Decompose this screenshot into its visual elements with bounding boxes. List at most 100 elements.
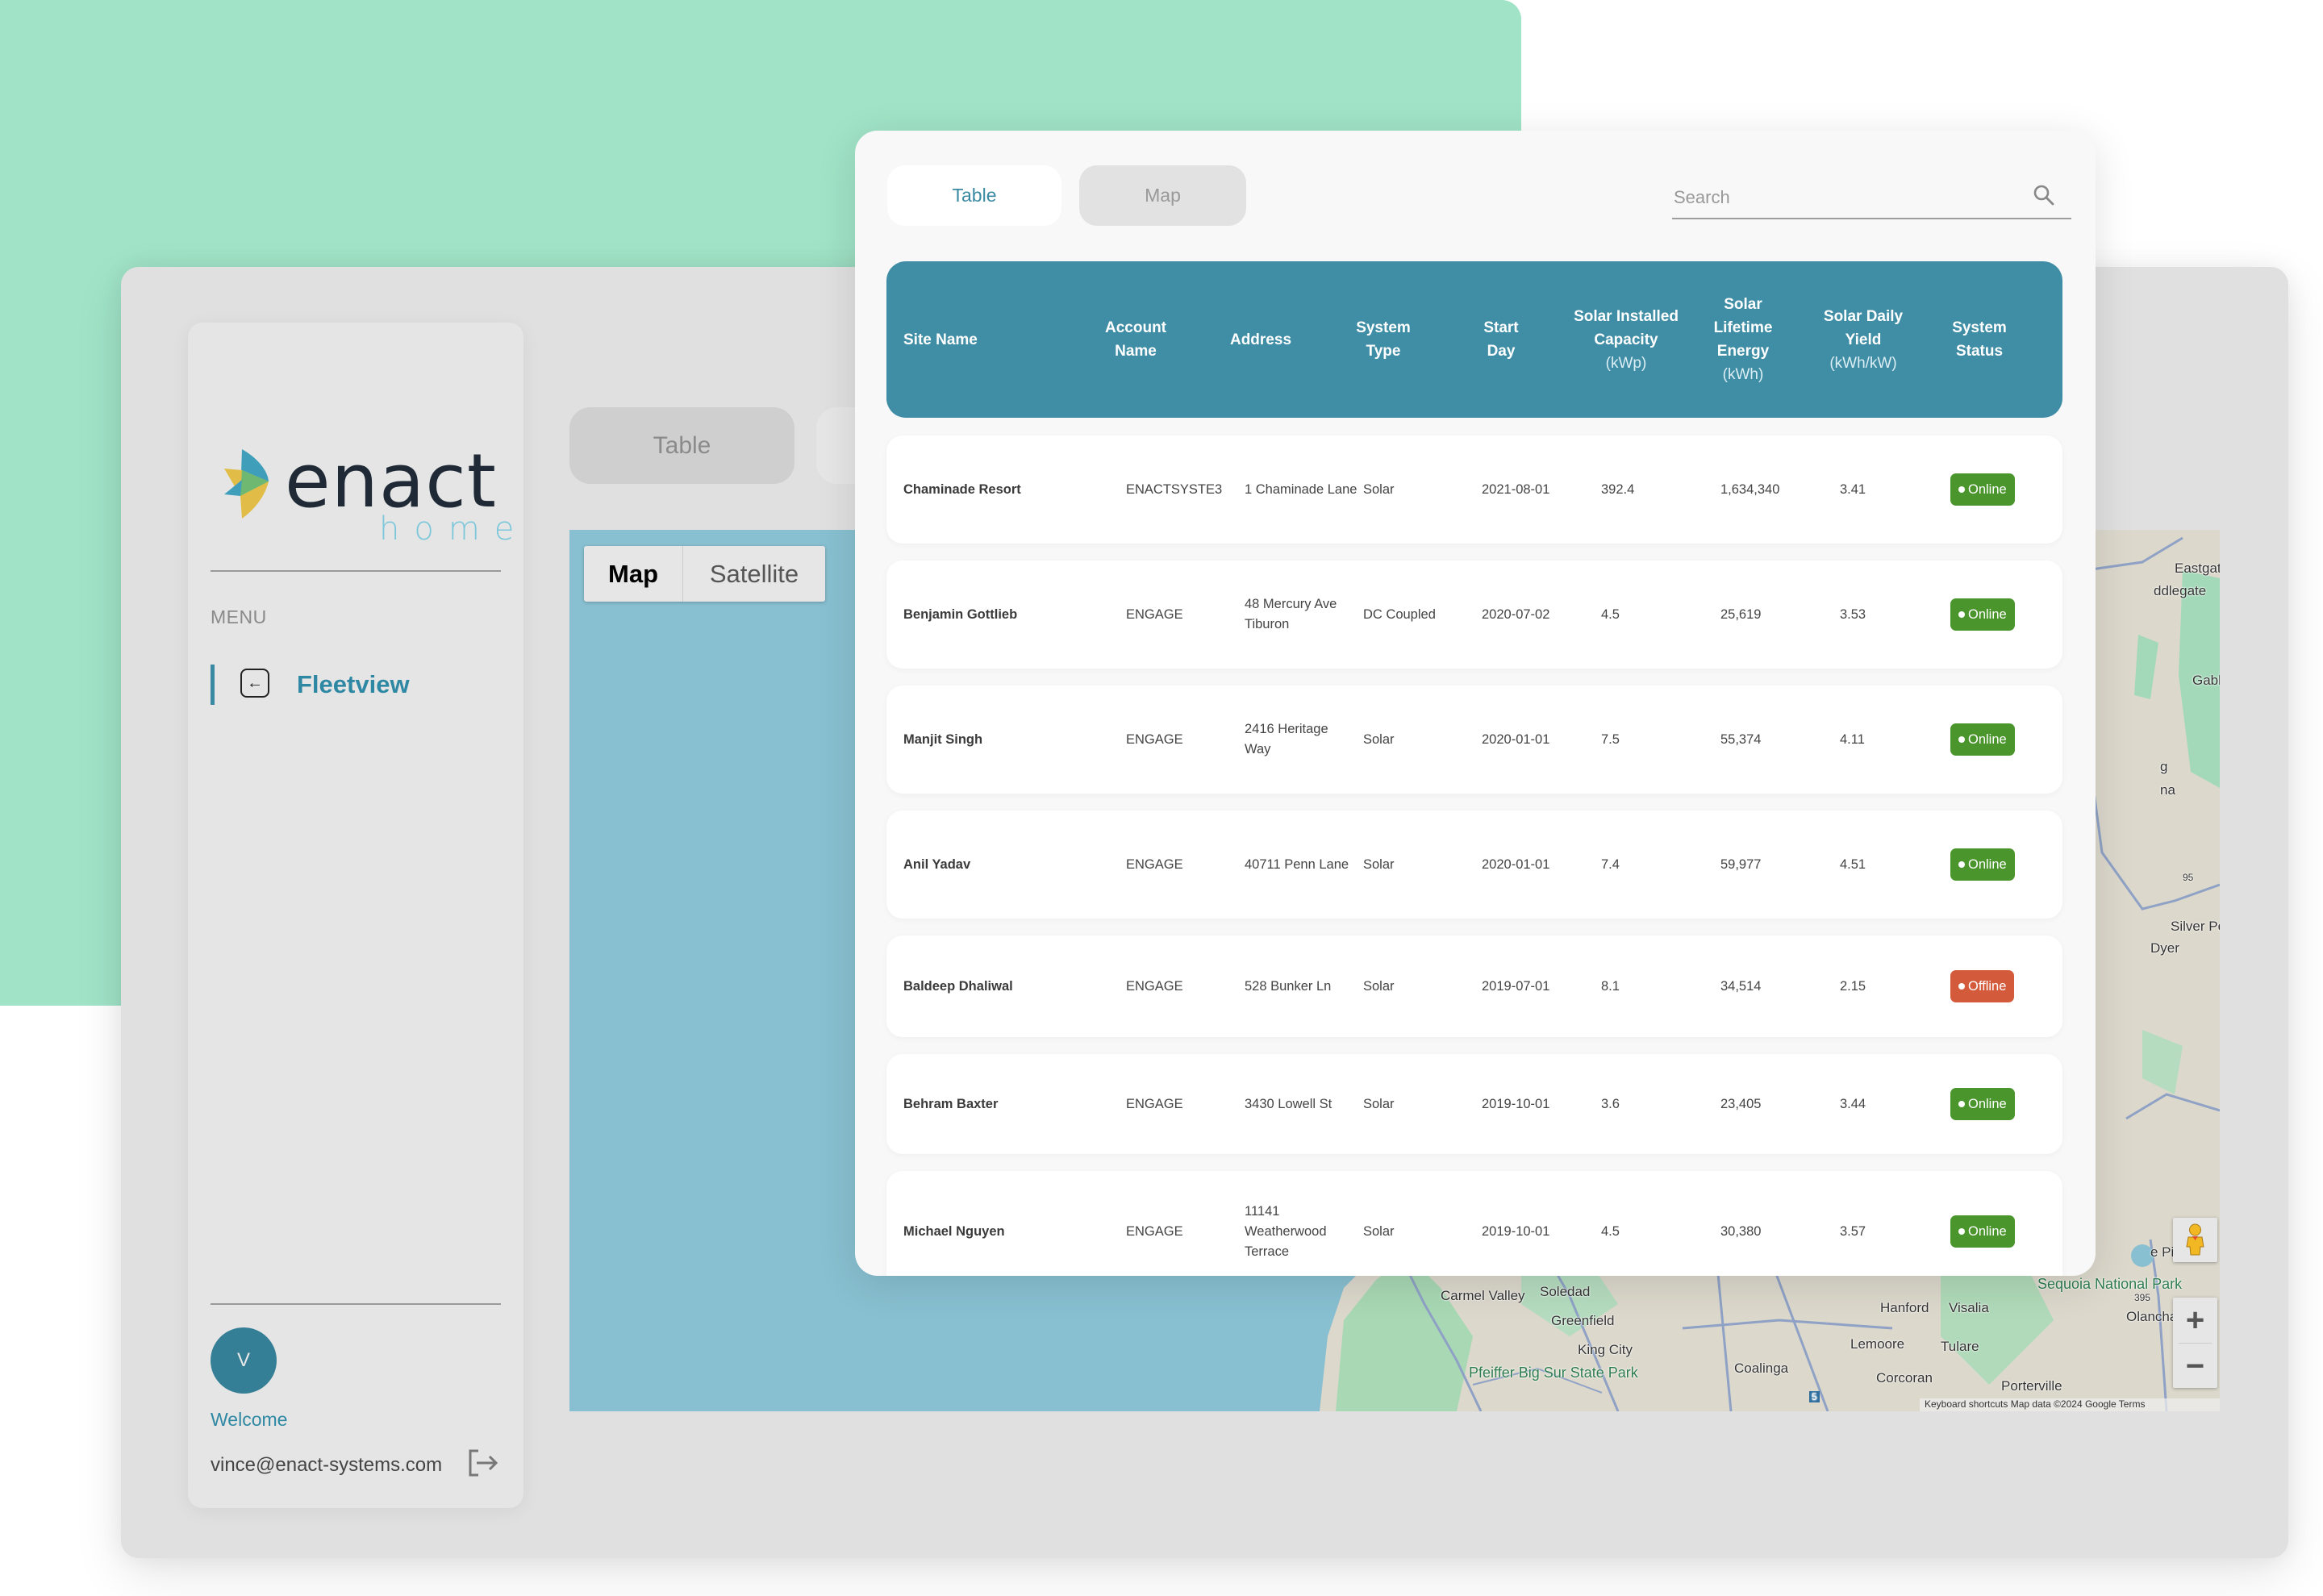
column-header-solar-daily-yield[interactable]: Solar Daily Yield (kWh/kW) <box>1811 261 1916 418</box>
cell-text: Baldeep Dhaliwal <box>903 978 1013 994</box>
cell-text: 8.1 <box>1601 978 1620 994</box>
map-attribution[interactable]: Keyboard shortcuts Map data ©2024 Google… <box>1920 1398 2220 1411</box>
table-row[interactable]: Michael Nguyen ENGAGE 11141 Weatherwood Te… <box>886 1171 2062 1276</box>
map-label: Lemoore <box>1850 1336 1905 1352</box>
column-unit: (kWh) <box>1722 366 1764 383</box>
map-label: Porterville <box>2001 1378 2062 1394</box>
cell-type: Solar <box>1363 1054 1476 1154</box>
status-text: Online <box>1968 481 2007 497</box>
column-header-solar-lifetime-energy[interactable]: Solar Lifetime Energy (kWh) <box>1695 261 1791 418</box>
cell-status: Online <box>1950 1054 2047 1154</box>
column-header-solar-installed-capacity[interactable]: Solar Installed Capacity (kWp) <box>1574 261 1679 418</box>
tab-table[interactable]: Table <box>887 165 1061 226</box>
street-view-pegman[interactable] <box>2173 1218 2217 1262</box>
cell-text: 2020-01-01 <box>1482 731 1550 747</box>
cell-text: 2020-07-02 <box>1482 606 1550 622</box>
map-label: Carmel Valley <box>1441 1288 1525 1303</box>
table-row[interactable]: Manjit Singh ENGAGE 2416 Heritage Way Solar… <box>886 685 2062 794</box>
column-header-start-day[interactable]: Start Day <box>1469 261 1533 418</box>
cell-text: 2019-10-01 <box>1482 1223 1550 1239</box>
table-row[interactable]: Behram Baxter ENGAGE 3430 Lowell St Solar 20… <box>886 1054 2062 1154</box>
cell-account: ENGAGE <box>1126 560 1239 669</box>
column-unit: (kWp) <box>1605 354 1647 372</box>
fleet-table-card: Table Map Site Name Account Name Address… <box>855 131 2096 1276</box>
cell-text: Solar <box>1363 1223 1395 1239</box>
cell-start: 2020-01-01 <box>1482 685 1595 794</box>
zoom-out-button[interactable]: − <box>2173 1344 2217 1389</box>
cell-text: Manjit Singh <box>903 731 983 747</box>
cell-address: 1 Chaminade Lane <box>1245 435 1358 544</box>
arrow-left-box-icon: ← <box>240 669 269 698</box>
cell-text: 7.5 <box>1601 731 1620 747</box>
cell-start: 2021-08-01 <box>1482 435 1595 544</box>
column-title: System Type <box>1356 319 1411 360</box>
cell-text: 2020-01-01 <box>1482 856 1550 872</box>
column-header-address[interactable]: Address <box>1209 261 1312 418</box>
cell-status: Online <box>1950 811 2047 919</box>
logo-subtitle: home <box>379 510 529 548</box>
table-row[interactable]: Baldeep Dhaliwal ENGAGE 528 Bunker Ln Solar… <box>886 936 2062 1037</box>
cell-text: Benjamin Gottlieb <box>903 606 1018 622</box>
column-title: Solar Installed Capacity <box>1574 307 1679 348</box>
status-text: Online <box>1968 1223 2007 1239</box>
column-header-system-status[interactable]: System Status <box>1935 261 2024 418</box>
cell-status: Online <box>1950 1171 2047 1276</box>
avatar-initial: V <box>236 1349 250 1371</box>
cell-yield: 4.51 <box>1840 811 1953 919</box>
cell-yield: 3.53 <box>1840 560 1953 669</box>
map-label: Tulare <box>1941 1339 1979 1354</box>
cell-site: Behram Baxter <box>903 1054 1105 1154</box>
user-email: vince@enact-systems.com <box>211 1454 443 1476</box>
welcome-text: Welcome <box>211 1409 288 1430</box>
cell-site: Baldeep Dhaliwal <box>903 936 1105 1037</box>
menu-label: MENU <box>211 606 267 627</box>
column-header-site-name[interactable]: Site Name <box>903 261 1081 418</box>
avatar[interactable]: V <box>211 1327 277 1394</box>
cell-status: Online <box>1950 560 2047 669</box>
sidebar-divider-bottom <box>211 1303 501 1305</box>
map-type-satellite-button[interactable]: Satellite <box>683 546 825 602</box>
cell-text: DC Coupled <box>1363 606 1436 622</box>
cell-yield: 3.44 <box>1840 1054 1953 1154</box>
cell-yield: 3.57 <box>1840 1171 1953 1276</box>
cell-lifetime: 59,977 <box>1720 811 1833 919</box>
cell-status: Offline <box>1950 936 2047 1037</box>
map-type-map-button[interactable]: Map <box>584 546 683 602</box>
status-badge: Online <box>1950 1215 2015 1248</box>
cell-start: 2019-07-01 <box>1482 936 1595 1037</box>
cell-text: 11141 Weatherwood Terrace <box>1245 1203 1327 1259</box>
cell-address: 528 Bunker Ln <box>1245 936 1358 1037</box>
sidebar-item-fleetview[interactable]: ← Fleetview <box>211 665 501 705</box>
cell-text: 3.53 <box>1840 606 1866 622</box>
cell-capacity: 4.5 <box>1601 1171 1714 1276</box>
status-dot-icon <box>1958 486 1965 493</box>
cell-site: Benjamin Gottlieb <box>903 560 1105 669</box>
cell-lifetime: 1,634,340 <box>1720 435 1833 544</box>
cell-text: ENGAGE <box>1126 1223 1183 1239</box>
search-icon[interactable] <box>2033 184 2055 206</box>
table-row[interactable]: Anil Yadav ENGAGE 40711 Penn Lane Solar 2020… <box>886 811 2062 919</box>
logout-icon[interactable] <box>467 1448 499 1477</box>
map-label: Olancha <box>2126 1309 2178 1324</box>
column-header-account-name[interactable]: Account Name <box>1091 261 1180 418</box>
cell-lifetime: 30,380 <box>1720 1171 1833 1276</box>
status-badge: Online <box>1950 598 2015 631</box>
cell-start: 2019-10-01 <box>1482 1054 1595 1154</box>
cell-text: Solar <box>1363 731 1395 747</box>
cell-text: 1,634,340 <box>1720 481 1780 497</box>
table-row[interactable]: Chaminade Resort ENACTSYSTE3 1 Chaminade L… <box>886 435 2062 544</box>
tab-map[interactable]: Map <box>1079 165 1246 226</box>
cell-text: 2.15 <box>1840 978 1866 994</box>
pegman-icon <box>2186 1223 2204 1256</box>
background-table-button[interactable]: Table <box>569 407 794 484</box>
status-dot-icon <box>1958 736 1965 743</box>
search-input[interactable] <box>1672 184 2030 211</box>
map-label: 395 <box>2134 1292 2151 1303</box>
cell-text: ENGAGE <box>1126 978 1183 994</box>
column-header-system-type[interactable]: System Type <box>1343 261 1424 418</box>
cell-text: 2019-10-01 <box>1482 1096 1550 1111</box>
table-row[interactable]: Benjamin Gottlieb ENGAGE 48 Mercury Ave Ti… <box>886 560 2062 669</box>
cell-text: 23,405 <box>1720 1096 1762 1111</box>
cell-type: DC Coupled <box>1363 560 1476 669</box>
zoom-in-button[interactable]: + <box>2173 1298 2217 1343</box>
